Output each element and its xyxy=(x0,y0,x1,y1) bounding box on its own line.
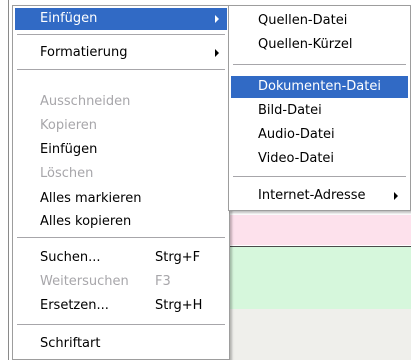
menu-item-ausschneiden[interactable]: Ausschneiden xyxy=(15,91,227,113)
submenu-item-quellen-datei[interactable]: Quellen-Datei xyxy=(231,10,408,32)
menu-separator xyxy=(17,69,225,70)
menu-item-alles-kopieren[interactable]: Alles kopieren xyxy=(15,211,227,233)
menu-item-label: Weitersuchen xyxy=(40,274,129,289)
menu-item-weitersuchen[interactable]: Weitersuchen F3 xyxy=(15,271,227,293)
background-gray-row xyxy=(228,309,411,360)
menu-item-label: Einfügen xyxy=(40,11,98,26)
menu-item-alles-markieren[interactable]: Alles markieren xyxy=(15,188,227,210)
submenu-item-internet-adresse[interactable]: Internet-Adresse xyxy=(231,185,408,207)
menu-item-label: Alles markieren xyxy=(40,191,142,206)
menu-item-formatierung[interactable]: Formatierung xyxy=(15,42,227,64)
submenu-item-label: Audio-Datei xyxy=(258,127,335,142)
submenu-arrow-icon xyxy=(215,49,219,57)
menu-separator xyxy=(17,34,225,35)
submenu-item-label: Dokumenten-Datei xyxy=(258,79,381,94)
menu-item-shortcut: Strg+F xyxy=(155,250,201,265)
background-pink-row xyxy=(228,215,411,245)
submenu-separator xyxy=(233,176,406,177)
submenu-item-label: Internet-Adresse xyxy=(258,188,366,203)
submenu-item-video-datei[interactable]: Video-Datei xyxy=(231,148,408,170)
menu-item-shortcut: Strg+H xyxy=(155,298,203,313)
menu-item-label: Schriftart xyxy=(40,336,101,351)
submenu-item-quellen-kuerzel[interactable]: Quellen-Kürzel xyxy=(231,34,408,56)
menu-item-ersetzen[interactable]: Ersetzen... Strg+H xyxy=(15,295,227,317)
submenu-item-label: Quellen-Datei xyxy=(258,13,348,28)
menu-separator xyxy=(17,237,225,238)
submenu-item-label: Quellen-Kürzel xyxy=(258,37,353,52)
submenu-item-label: Video-Datei xyxy=(258,151,335,166)
menu-item-loeschen[interactable]: Löschen xyxy=(15,163,227,185)
menu-item-label: Löschen xyxy=(40,166,94,181)
menu-item-shortcut: F3 xyxy=(155,274,171,289)
menu-item-label: Ersetzen... xyxy=(40,298,109,313)
menu-item-schriftart[interactable]: Schriftart xyxy=(15,333,227,355)
submenu-item-label: Bild-Datei xyxy=(258,103,322,118)
submenu-item-bild-datei[interactable]: Bild-Datei xyxy=(231,100,408,122)
background-left-edge xyxy=(0,0,12,360)
menu-item-label: Alles kopieren xyxy=(40,214,132,229)
menu-item-label: Formatierung xyxy=(40,45,128,60)
menu-item-label: Kopieren xyxy=(40,118,97,133)
menu-item-einfuegen[interactable]: Einfügen xyxy=(15,139,227,161)
context-menu: Einfügen Formatierung Ausschneiden Kopie… xyxy=(12,5,230,360)
menu-item-label: Ausschneiden xyxy=(40,94,131,109)
submenu-separator xyxy=(233,64,406,65)
background-green-row xyxy=(228,247,411,309)
menu-item-label: Suchen... xyxy=(40,250,101,265)
menu-separator xyxy=(17,324,225,325)
submenu-arrow-icon xyxy=(394,192,398,200)
menu-item-kopieren[interactable]: Kopieren xyxy=(15,115,227,137)
menu-item-label: Einfügen xyxy=(40,142,98,157)
submenu-item-dokumenten-datei[interactable]: Dokumenten-Datei xyxy=(231,76,408,98)
submenu-item-audio-datei[interactable]: Audio-Datei xyxy=(231,124,408,146)
background-divider xyxy=(8,0,9,360)
menu-item-suchen[interactable]: Suchen... Strg+F xyxy=(15,247,227,269)
menu-item-einfuegen-submenu[interactable]: Einfügen xyxy=(15,8,227,30)
insert-submenu: Quellen-Datei Quellen-Kürzel Dokumenten-… xyxy=(228,5,411,211)
submenu-arrow-icon xyxy=(215,15,219,23)
